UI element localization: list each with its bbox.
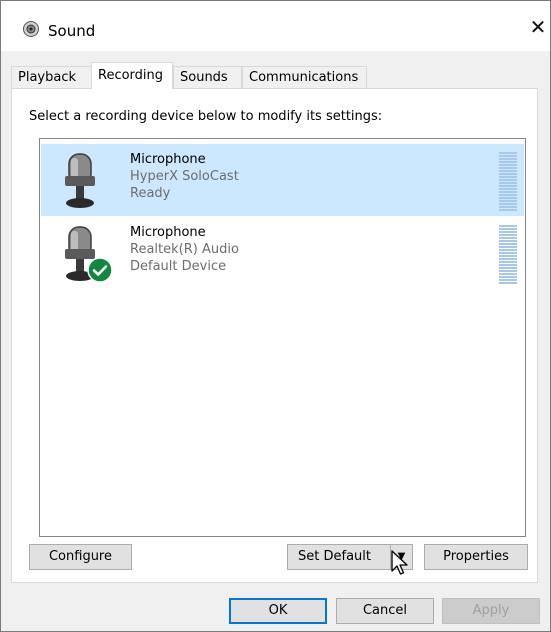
window-title: Sound	[48, 22, 96, 40]
level-meter	[499, 225, 517, 285]
device-description: HyperX SoloCast	[130, 169, 239, 184]
device-item-hyperx[interactable]: Microphone HyperX SoloCast Ready	[41, 144, 524, 216]
sound-dialog: Sound ✕ Playback Recording Sounds Commun…	[0, 0, 551, 632]
close-icon[interactable]: ✕	[526, 9, 550, 45]
green-check-icon	[87, 257, 113, 283]
instruction-text: Select a recording device below to modif…	[29, 109, 383, 124]
tab-recording[interactable]: Recording	[91, 62, 173, 89]
mouse-cursor-icon	[391, 550, 408, 575]
tab-communications[interactable]: Communications	[242, 66, 367, 88]
device-list[interactable]: Microphone HyperX SoloCast Ready Microph…	[39, 138, 526, 537]
device-status: Default Device	[130, 259, 227, 274]
device-name: Microphone	[130, 225, 206, 240]
ok-button[interactable]: OK	[229, 598, 327, 624]
properties-button[interactable]: Properties	[424, 544, 528, 570]
microphone-icon	[65, 153, 95, 208]
speaker-icon	[23, 21, 39, 37]
device-name: Microphone	[130, 152, 206, 167]
cancel-button[interactable]: Cancel	[336, 598, 434, 624]
tab-sounds[interactable]: Sounds	[173, 66, 242, 88]
tab-playback[interactable]: Playback	[11, 66, 92, 88]
device-description: Realtek(R) Audio	[130, 242, 239, 257]
configure-button[interactable]: Configure	[29, 544, 132, 570]
title-bar[interactable]: Sound ✕	[1, 1, 550, 51]
level-meter	[499, 152, 517, 212]
apply-button[interactable]: Apply	[442, 598, 540, 624]
device-item-realtek[interactable]: Microphone Realtek(R) Audio Default Devi…	[41, 217, 524, 289]
set-default-label: Set Default	[298, 549, 371, 564]
device-status: Ready	[130, 186, 171, 201]
